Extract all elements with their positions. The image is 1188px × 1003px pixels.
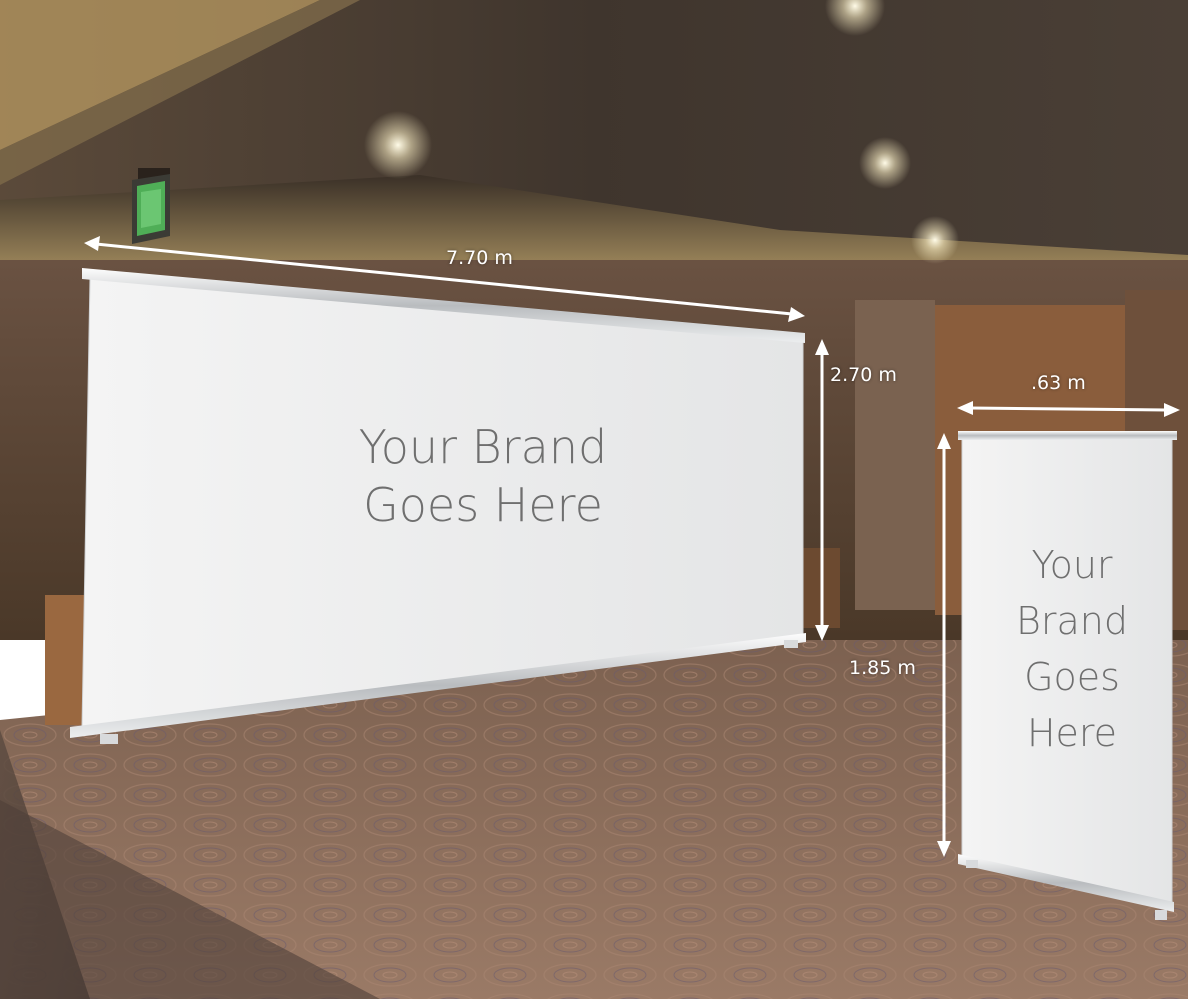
small-banner-line: Goes — [1024, 655, 1120, 699]
large-banner-line: Your Brand — [358, 420, 608, 474]
small-banner-top-rail — [958, 431, 1177, 440]
width-arrow-small — [969, 406, 1167, 412]
room-scene: 7.70 m 2.70 m .63 m 1.85 m Your Brand Go… — [0, 0, 1188, 999]
large-banner-line: Goes Here — [363, 478, 603, 532]
ceiling-light-icon — [859, 137, 911, 189]
small-banner-brand-text: Your Brand Goes Here — [1002, 537, 1142, 761]
small-height-label: 1.85 m — [849, 657, 916, 679]
wall-column — [855, 300, 935, 610]
ceiling-light-icon — [364, 111, 432, 179]
large-width-label: 7.70 m — [446, 247, 513, 269]
small-banner-line: Here — [1026, 711, 1118, 755]
small-banner-line: Brand — [1016, 599, 1128, 643]
small-banner-line: Your — [1031, 543, 1113, 587]
ceiling-light-icon — [911, 216, 959, 264]
large-height-label: 2.70 m — [830, 364, 897, 386]
exit-sign-icon — [132, 168, 170, 244]
wooden-stand — [45, 595, 87, 725]
small-width-label: .63 m — [1031, 372, 1086, 394]
large-banner-brand-text: Your Brand Goes Here — [352, 418, 614, 534]
